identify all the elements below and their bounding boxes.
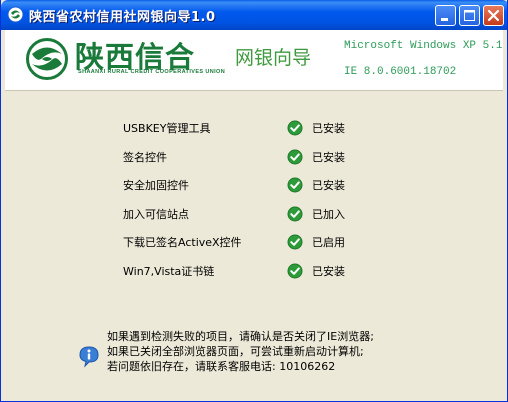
- check-row-trusted-site: 加入可信站点 已加入: [5, 205, 503, 225]
- swirl-app-icon: [7, 6, 24, 23]
- check-status: 已启用: [312, 236, 345, 249]
- check-status: 已安装: [312, 179, 345, 192]
- maximize-icon: [464, 10, 475, 21]
- check-label: USBKEY管理工具: [123, 122, 211, 135]
- check-panel: USBKEY管理工具 已安装 签名控件 已安装 安全加固控件 已安装 加入可信站…: [5, 91, 503, 398]
- check-row-security: 安全加固控件 已安装: [5, 176, 503, 196]
- close-button[interactable]: [483, 5, 504, 26]
- check-label: Win7,Vista证书链: [123, 265, 215, 278]
- check-circle-icon: [287, 177, 303, 193]
- check-row-usbkey: USBKEY管理工具 已安装: [5, 119, 503, 139]
- check-row-signature: 签名控件 已安装: [5, 148, 503, 168]
- info-bubble-icon: [79, 346, 99, 368]
- check-circle-icon: [287, 206, 303, 222]
- minimize-icon: [441, 18, 448, 21]
- check-status: 已加入: [312, 208, 345, 221]
- check-label: 安全加固控件: [123, 179, 189, 192]
- check-circle-icon: [287, 120, 303, 136]
- help-line: 若问题依旧存在，请联系客服电话: 10106262: [107, 360, 336, 373]
- check-status: 已安装: [312, 151, 345, 164]
- help-message: 如果遇到检测失败的项目，请确认是否关闭了IE浏览器; 如果已关闭全部浏览器页面，…: [107, 329, 374, 374]
- os-version: Microsoft Windows XP 5.1: [344, 40, 503, 52]
- header-banner: 陕西信合 SHAANXI RURAL CREDIT COOPERATIVES U…: [5, 30, 503, 90]
- wizard-subtitle: 网银向导: [235, 47, 312, 69]
- check-label: 加入可信站点: [123, 208, 189, 221]
- title-bar[interactable]: 陕西省农村信用社网银向导1.0: [1, 0, 507, 30]
- ie-version: IE 8.0.6001.18702: [344, 66, 457, 78]
- check-label: 下载已签名ActiveX控件: [123, 236, 242, 249]
- maximize-button[interactable]: [459, 5, 480, 26]
- bank-logo-icon: [26, 38, 68, 80]
- window-title: 陕西省农村信用社网银向导1.0: [29, 10, 216, 25]
- logo-english-name: SHAANXI RURAL CREDIT COOPERATIVES UNION: [78, 69, 226, 75]
- help-line: 如果已关闭全部浏览器页面，可尝试重新启动计算机;: [107, 345, 364, 358]
- check-status: 已安装: [312, 122, 345, 135]
- check-circle-icon: [287, 263, 303, 279]
- check-circle-icon: [287, 149, 303, 165]
- check-row-activex: 下载已签名ActiveX控件 已启用: [5, 233, 503, 253]
- check-row-cert-chain: Win7,Vista证书链 已安装: [5, 262, 503, 282]
- check-circle-icon: [287, 234, 303, 250]
- check-status: 已安装: [312, 265, 345, 278]
- minimize-button[interactable]: [435, 5, 456, 26]
- wizard-window: 陕西省农村信用社网银向导1.0 陕西信合 SHAANXI RURAL CREDI…: [0, 0, 508, 402]
- help-line: 如果遇到检测失败的项目，请确认是否关闭了IE浏览器;: [107, 330, 374, 343]
- close-icon: [487, 9, 500, 22]
- check-label: 签名控件: [123, 151, 167, 164]
